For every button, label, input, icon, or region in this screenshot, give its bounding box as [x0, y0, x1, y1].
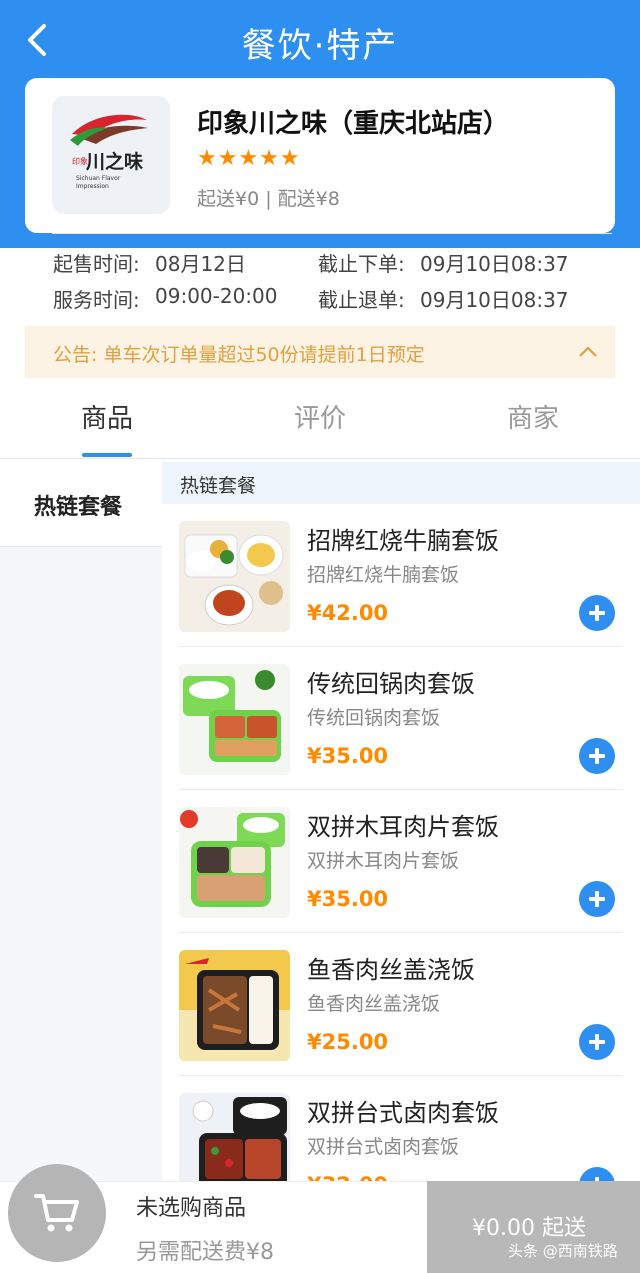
checkout-label: ¥0.00 起送	[472, 1216, 586, 1241]
product-item[interactable]: 招牌红烧牛腩套饭 招牌红烧牛腩套饭 ¥42.00	[162, 504, 640, 647]
tab-products[interactable]: 商品	[81, 398, 133, 435]
product-price: ¥35.00	[307, 887, 389, 911]
product-desc: 传统回锅肉套饭	[307, 707, 441, 729]
refund-deadline-label: 截止退单:	[318, 288, 405, 312]
product-image	[179, 950, 290, 1061]
product-image	[179, 521, 290, 632]
svg-text:Impression: Impression	[76, 183, 109, 190]
category-sidebar: 热链套餐	[0, 459, 162, 1189]
order-deadline-label: 截止下单:	[318, 252, 405, 276]
active-tab-indicator	[82, 453, 132, 457]
product-item[interactable]: 双拼木耳肉片套饭 双拼木耳肉片套饭 ¥35.00	[162, 790, 640, 933]
svg-text:印象: 印象	[72, 156, 88, 166]
product-name: 双拼木耳肉片套饭	[307, 813, 499, 841]
section-title: 热链套餐	[180, 475, 257, 497]
svg-text:Sichuan Flavor: Sichuan Flavor	[76, 175, 121, 182]
notice-text: 公告: 单车次订单量超过50份请提前1日预定	[53, 344, 425, 366]
product-name: 双拼台式卤肉套饭	[307, 1099, 499, 1127]
sidebar-item-label: 热链套餐	[34, 495, 123, 520]
divider	[52, 233, 612, 234]
sale-time-value: 08月12日	[155, 252, 246, 276]
rating-stars: ★★★★★	[197, 146, 301, 171]
notice-bar[interactable]: 公告: 单车次订单量超过50份请提前1日预定	[25, 326, 615, 378]
service-time-value: 09:00-20:00	[155, 284, 278, 308]
product-image	[179, 664, 290, 775]
fee-info: 起送¥0 | 配送¥8	[197, 188, 340, 210]
product-desc: 双拼木耳肉片套饭	[307, 850, 460, 872]
shop-name: 印象川之味（重庆北站店）	[197, 109, 510, 139]
product-price: ¥25.00	[307, 1030, 389, 1054]
tab-reviews[interactable]: 评价	[294, 398, 346, 435]
product-name: 招牌红烧牛腩套饭	[307, 527, 499, 555]
section-header: 热链套餐	[162, 462, 640, 504]
order-deadline-value: 09月10日08:37	[420, 252, 569, 276]
add-to-cart-button[interactable]	[579, 738, 615, 774]
delivery-fee-note: 另需配送费¥8	[136, 1240, 274, 1265]
cart-button[interactable]	[8, 1164, 106, 1262]
shop-logo: 川之味 印象 Sichuan Flavor Impression	[52, 96, 170, 214]
product-desc: 鱼香肉丝盖浇饭	[307, 993, 441, 1015]
service-time-label: 服务时间:	[53, 288, 140, 312]
add-to-cart-button[interactable]	[579, 881, 615, 917]
add-to-cart-button[interactable]	[579, 595, 615, 631]
product-desc: 招牌红烧牛腩套饭	[307, 564, 460, 586]
refund-deadline-value: 09月10日08:37	[420, 288, 569, 312]
page-title: 餐饮·特产	[241, 26, 399, 66]
product-price: ¥35.00	[307, 744, 389, 768]
top-bar: 餐饮·特产	[0, 0, 640, 80]
product-name: 传统回锅肉套饭	[307, 670, 475, 698]
cart-icon	[34, 1194, 79, 1232]
svg-text:川之味: 川之味	[85, 150, 143, 173]
product-name: 鱼香肉丝盖浇饭	[307, 956, 475, 984]
product-item[interactable]: 鱼香肉丝盖浇饭 鱼香肉丝盖浇饭 ¥25.00	[162, 933, 640, 1076]
product-image	[179, 807, 290, 918]
product-desc: 双拼台式卤肉套饭	[307, 1136, 460, 1158]
chevron-up-icon	[579, 346, 597, 357]
product-price: ¥42.00	[307, 601, 389, 625]
product-item[interactable]: 传统回锅肉套饭 传统回锅肉套饭 ¥35.00	[162, 647, 640, 790]
tab-merchant[interactable]: 商家	[507, 398, 559, 435]
watermark: 头条 @西南铁路	[508, 1242, 618, 1260]
sidebar-item-hot-chain[interactable]: 热链套餐	[0, 459, 162, 547]
sale-time-label: 起售时间:	[53, 252, 140, 276]
cart-status: 未选购商品	[136, 1196, 247, 1221]
add-to-cart-button[interactable]	[579, 1024, 615, 1060]
